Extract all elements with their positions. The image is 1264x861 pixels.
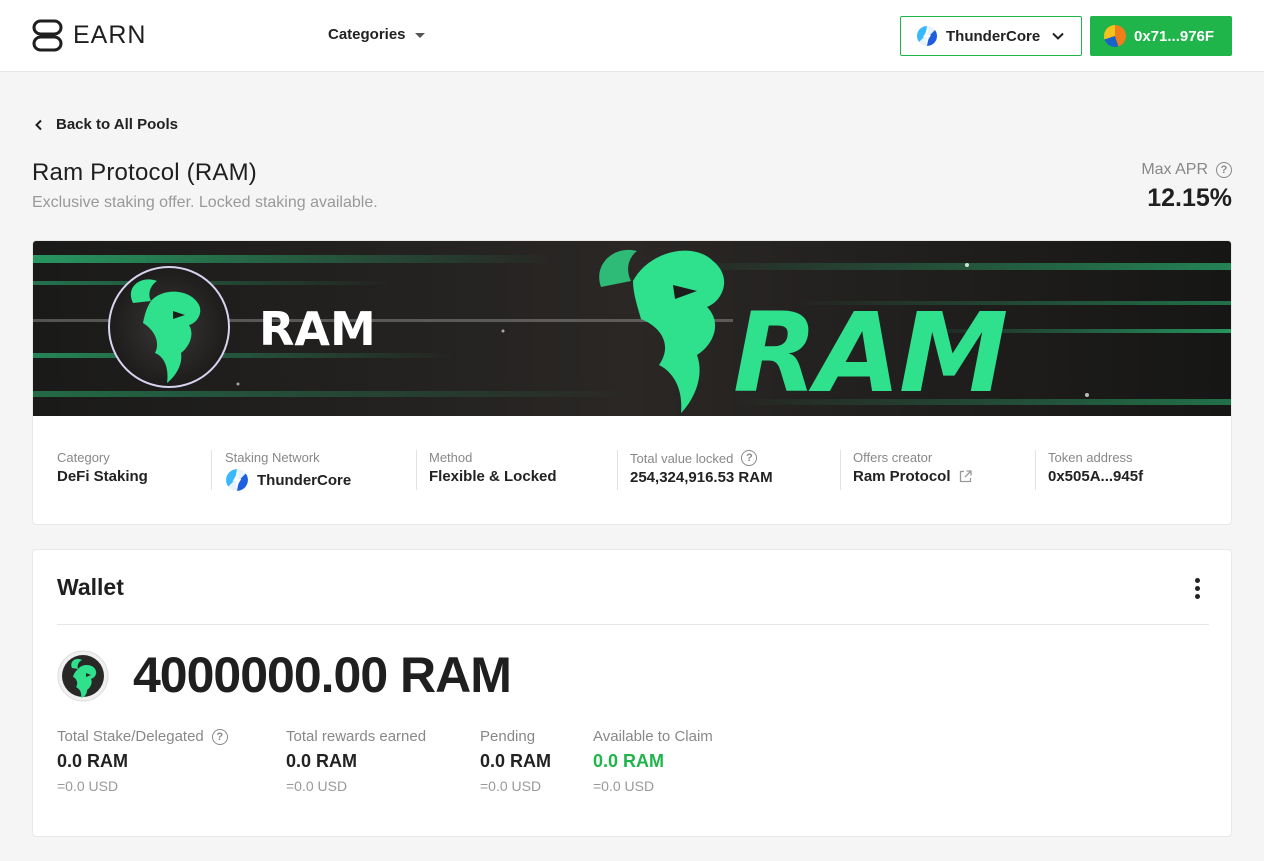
wallet-stat-total-stake: Total Stake/Delegated ? 0.0 RAM =0.0 USD (57, 728, 228, 794)
stat-total-value-locked: Total value locked ? 254,324,916.53 RAM (630, 450, 773, 486)
stat-token-address: Token address 0x505A...945f (1048, 450, 1143, 485)
caret-down-icon (414, 33, 425, 38)
pool-banner-art: RAM RAM (33, 241, 1231, 416)
wallet-stat-usd: =0.0 USD (480, 778, 542, 794)
chevron-down-icon (1052, 32, 1064, 40)
stat-value: 254,324,916.53 RAM (630, 469, 773, 486)
kebab-menu-icon[interactable] (1195, 578, 1201, 602)
top-nav: EARN Categories ThunderCore 0x71...976F (0, 0, 1264, 72)
question-circle-icon[interactable]: ? (211, 728, 228, 745)
wallet-stat-label-row: Total Stake/Delegated ? (57, 728, 228, 745)
stat-label: Method (429, 450, 473, 465)
wallet-stat-value: 0.0 RAM (593, 751, 665, 771)
stat-divider (416, 450, 417, 490)
wallet-address-button[interactable]: 0x71...976F (1090, 16, 1232, 56)
page-subtitle: Exclusive staking offer. Locked staking … (32, 194, 378, 211)
wallet-stat-usd: =0.0 USD (57, 778, 119, 794)
brand-name: EARN (73, 21, 147, 49)
stat-value: Flexible & Locked (429, 468, 557, 485)
wallet-stat-value: 0.0 RAM (57, 751, 129, 771)
stat-method: Method Flexible & Locked (429, 450, 557, 485)
earn-logo-icon (32, 19, 63, 52)
wallet-balance: 4000000.00 RAM (133, 647, 512, 703)
stat-label: Offers creator (853, 450, 933, 465)
pool-card: RAM RAM Category DeFi Staking Staking Ne… (32, 240, 1232, 525)
stat-divider (617, 450, 618, 490)
pool-stats: Category DeFi Staking Staking Network Th… (33, 416, 1231, 524)
stat-label: Category (57, 450, 110, 465)
chevron-left-icon (35, 119, 42, 130)
stat-label: Total value locked (630, 450, 734, 466)
max-apr-label-text: Max APR (1141, 161, 1208, 178)
stat-divider (1035, 450, 1036, 490)
stat-staking-network: Staking Network ThunderCore (225, 450, 351, 492)
thundercore-icon (226, 469, 248, 491)
stat-value: Ram Protocol (853, 468, 951, 485)
question-circle-icon[interactable]: ? (741, 450, 758, 466)
categories-label: Categories (328, 26, 406, 43)
wallet-stat-usd: =0.0 USD (593, 778, 655, 794)
question-circle-icon[interactable]: ? (1216, 162, 1232, 178)
wallet-stat-value: 0.0 RAM (480, 751, 552, 771)
page-title: Ram Protocol (RAM) (32, 159, 257, 186)
network-selector[interactable]: ThunderCore (900, 16, 1082, 56)
stat-value: DeFi Staking (57, 468, 148, 485)
stat-category: Category DeFi Staking (57, 450, 148, 485)
stat-label-row: Total value locked ? (630, 450, 773, 466)
pool-banner: RAM RAM (33, 241, 1231, 416)
stat-divider (211, 450, 212, 490)
stat-value[interactable]: 0x505A...945f (1048, 468, 1143, 485)
categories-dropdown[interactable]: Categories (328, 26, 425, 43)
wallet-address: 0x71...976F (1134, 27, 1215, 45)
wallet-card: Wallet 4000000.00 RAM Total Stake/Delega… (32, 549, 1232, 837)
stat-offers-creator: Offers creator Ram Protocol (853, 450, 972, 485)
wallet-stat-label: Total rewards earned (286, 728, 427, 745)
offers-creator-link[interactable]: Ram Protocol (853, 468, 972, 485)
network-label: ThunderCore (946, 27, 1041, 45)
banner-token-name: RAM (259, 302, 376, 356)
earn-logo[interactable]: EARN (32, 19, 146, 52)
wallet-stat-label: Total Stake/Delegated (57, 728, 204, 745)
thundercore-icon (917, 26, 937, 46)
stat-divider (840, 450, 841, 490)
stat-label: Token address (1048, 450, 1133, 465)
wallet-stat-total-rewards: Total rewards earned 0.0 RAM =0.0 USD (286, 728, 426, 794)
ram-token-icon (57, 650, 109, 702)
back-link[interactable]: Back to All Pools (34, 116, 178, 133)
stat-value: ThunderCore (257, 471, 352, 489)
wallet-avatar (1104, 25, 1126, 47)
divider (57, 624, 1209, 625)
wallet-stat-label: Available to Claim (593, 728, 713, 745)
stat-label: Staking Network (225, 450, 320, 465)
max-apr-label: Max APR ? (1141, 161, 1232, 179)
wallet-stat-available-to-claim: Available to Claim 0.0 RAM =0.0 USD (593, 728, 713, 794)
max-apr-value: 12.15% (1147, 184, 1232, 212)
back-label: Back to All Pools (56, 116, 178, 133)
wallet-stat-usd: =0.0 USD (286, 778, 348, 794)
stat-value-row: ThunderCore (225, 468, 351, 492)
banner-wordmark: RAM (733, 289, 1007, 416)
wallet-stat-value: 0.0 RAM (286, 751, 358, 771)
wallet-stat-label: Pending (480, 728, 536, 745)
wallet-title: Wallet (57, 574, 124, 600)
wallet-stat-pending: Pending 0.0 RAM =0.0 USD (480, 728, 551, 794)
external-link-icon (959, 470, 972, 483)
